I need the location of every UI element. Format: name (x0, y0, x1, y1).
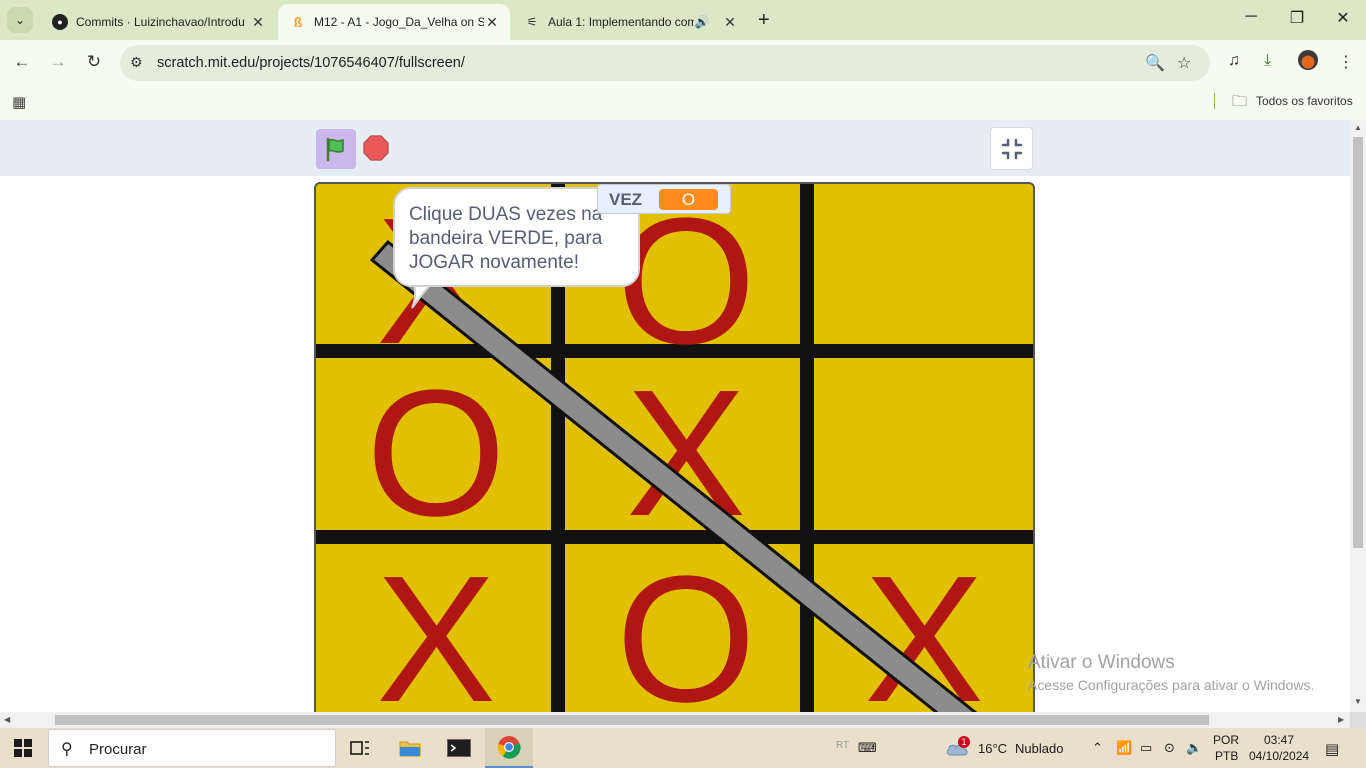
download-icon[interactable]: ⤓ (1264, 52, 1271, 70)
horizontal-scrollbar[interactable]: ◀ ▶ (0, 712, 1350, 728)
tab-title: Aula 1: Implementando com (548, 15, 694, 29)
terminal-icon (447, 739, 471, 757)
tab-search-button[interactable]: ⌄ (7, 7, 33, 33)
scrollbar-corner (1350, 712, 1366, 728)
monitor-value: O (659, 189, 718, 210)
exit-fullscreen-icon (1001, 138, 1022, 159)
chrome-icon (497, 736, 521, 759)
scroll-right-icon[interactable]: ▶ (1338, 715, 1344, 724)
site-settings-icon[interactable]: ⚙ (130, 54, 143, 71)
speaker-icon[interactable]: 🔊 (694, 14, 710, 30)
variable-monitor-vez[interactable]: VEZ O (597, 184, 731, 214)
keyboard-icon[interactable]: ⌨ (858, 740, 877, 756)
vertical-scrollbar[interactable]: ▲ ▼ (1350, 120, 1366, 712)
weather-temp[interactable]: 16°C (978, 741, 1007, 756)
close-icon[interactable]: ✕ (484, 14, 500, 31)
language-top[interactable]: POR (1213, 733, 1239, 747)
new-tab-button[interactable]: + (758, 10, 770, 30)
windows-logo-icon (14, 739, 22, 747)
monitor-label: VEZ (609, 190, 643, 209)
tab-aula[interactable]: ⚟ Aula 1: Implementando com 🔊 ✕ (512, 4, 748, 40)
browser-toolbar: ← → ↻ ⚙ scratch.mit.edu/projects/1076546… (0, 40, 1366, 86)
page-viewport: X O O X X O X Clique DUAS vezes na bande… (0, 120, 1350, 712)
tab-title: M12 - A1 - Jogo_Da_Velha on S (314, 15, 484, 29)
bookmarks-bar: ▦ 🗀 Todos os favoritos (0, 86, 1366, 120)
github-icon: ● (52, 14, 68, 30)
stop-icon (363, 135, 389, 161)
search-icon: ⚲ (61, 741, 73, 758)
green-flag-icon (326, 137, 344, 162)
bookmarks-divider (1214, 93, 1215, 109)
scroll-left-icon[interactable]: ◀ (4, 715, 10, 724)
reload-button[interactable]: ↻ (82, 52, 106, 72)
url-text[interactable]: scratch.mit.edu/projects/1076546407/full… (157, 55, 465, 71)
clock-date[interactable]: 04/10/2024 (1249, 749, 1309, 763)
all-bookmarks-link[interactable]: Todos os favoritos (1256, 94, 1353, 108)
wifi-icon[interactable]: 📶 (1116, 740, 1132, 756)
terminal-button[interactable] (435, 728, 483, 768)
taskbar-search[interactable]: ⚲ Procurar (48, 729, 336, 767)
stop-button[interactable] (363, 135, 389, 161)
minimize-button[interactable]: ─ (1228, 8, 1274, 26)
media-controls-icon[interactable]: ♫ (1228, 52, 1240, 70)
exit-fullscreen-button[interactable] (990, 127, 1033, 170)
folder-icon: 🗀 (1232, 93, 1248, 110)
activation-watermark-subtitle: Acesse Configurações para ativar o Windo… (1028, 677, 1315, 693)
task-view-icon (350, 741, 369, 755)
tab-bar: ⌄ ● Commits · Luizinchavao/Introdu ✕ ß M… (0, 0, 1366, 40)
back-button[interactable]: ← (10, 52, 34, 72)
scroll-down-icon[interactable]: ▼ (1354, 697, 1362, 706)
restore-button[interactable]: ❐ (1274, 8, 1320, 28)
tab-scratch-project[interactable]: ß M12 - A1 - Jogo_Da_Velha on S ✕ (278, 4, 510, 40)
close-icon[interactable]: ✕ (250, 14, 266, 31)
close-icon[interactable]: ✕ (722, 14, 738, 31)
aula-icon: ⚟ (526, 15, 538, 29)
chevron-up-icon[interactable]: ⌃ (1092, 740, 1103, 756)
stage-header (0, 120, 1350, 176)
scroll-up-icon[interactable]: ▲ (1354, 123, 1362, 132)
forward-button[interactable]: → (46, 52, 70, 72)
start-button[interactable] (14, 739, 32, 757)
star-icon[interactable]: ☆ (1177, 53, 1191, 73)
weather-alert-badge: 1 (958, 736, 970, 748)
webcam-icon[interactable]: ⊙ (1164, 740, 1175, 756)
tab-title: Commits · Luizinchavao/Introdu (76, 15, 245, 29)
apps-grid-icon[interactable]: ▦ (12, 93, 26, 111)
volume-icon[interactable]: 🔈 (1186, 740, 1202, 756)
task-view-button[interactable] (336, 728, 384, 768)
tab-commits[interactable]: ● Commits · Luizinchavao/Introdu ✕ (40, 4, 276, 40)
ime-indicator-icon[interactable]: RT (836, 740, 849, 751)
address-bar[interactable]: ⚙ scratch.mit.edu/projects/1076546407/fu… (120, 45, 1210, 81)
vertical-scroll-thumb[interactable] (1353, 137, 1363, 548)
folder-icon (399, 741, 421, 757)
more-menu-icon[interactable]: ⋮ (1338, 52, 1354, 72)
chevron-down-icon: ⌄ (14, 13, 26, 27)
battery-icon[interactable]: ▭ (1140, 740, 1152, 756)
windows-taskbar: ⚲ Procurar RT ⌨ 1 16°C Nublado ⌃ 📶 ▭ ⊙ 🔈… (0, 728, 1366, 768)
language-bottom[interactable]: PTB (1215, 749, 1238, 763)
horizontal-scroll-thumb[interactable] (55, 715, 1209, 725)
green-flag-button[interactable] (316, 129, 356, 169)
search-placeholder: Procurar (89, 741, 147, 758)
notification-center-icon[interactable]: ▤ (1325, 740, 1339, 758)
scratch-icon: ß (293, 14, 303, 30)
profile-avatar[interactable] (1298, 50, 1318, 70)
close-window-button[interactable]: ✕ (1320, 8, 1366, 28)
activation-watermark-title: Ativar o Windows (1028, 652, 1175, 673)
clock-time[interactable]: 03:47 (1264, 733, 1294, 747)
zoom-icon[interactable]: 🔍 (1145, 53, 1165, 73)
file-explorer-button[interactable] (386, 728, 434, 768)
weather-condition[interactable]: Nublado (1015, 741, 1063, 756)
scratch-stage[interactable]: X O O X X O X Clique DUAS vezes na bande… (314, 182, 1035, 712)
chrome-taskbar-button[interactable] (485, 728, 533, 768)
